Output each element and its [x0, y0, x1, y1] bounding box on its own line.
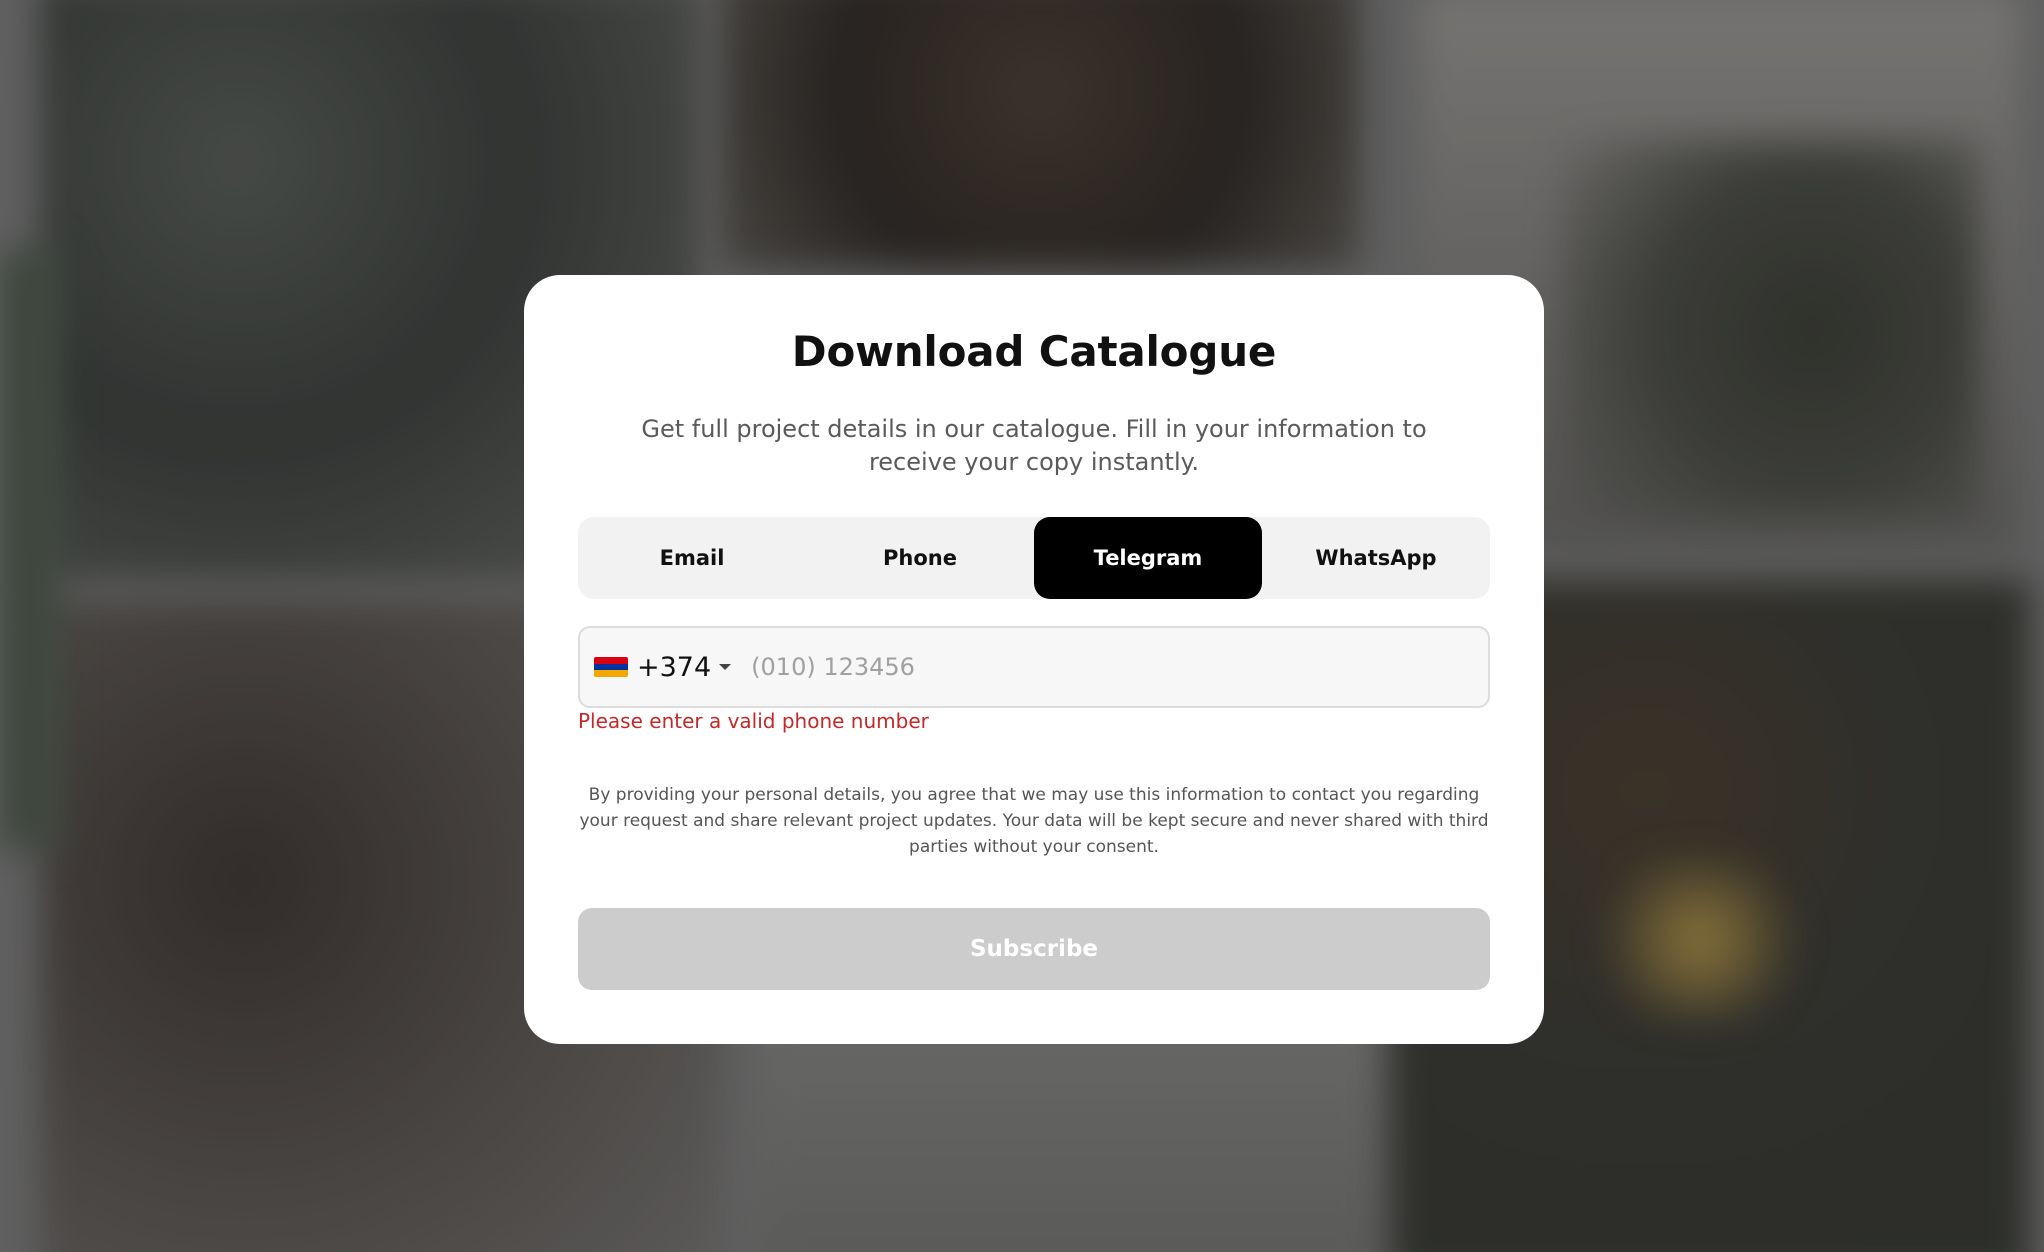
phone-field: +374 — [578, 626, 1490, 708]
country-code-selector[interactable]: +374 — [580, 628, 732, 706]
consent-text: By providing your personal details, you … — [579, 785, 1489, 857]
download-catalogue-modal: Download Catalogue Get full project deta… — [524, 275, 1544, 1044]
modal-subtitle: Get full project details in our catalogu… — [641, 415, 1427, 476]
dial-code: +374 — [637, 651, 712, 683]
tab-whatsapp[interactable]: WhatsApp — [1262, 517, 1490, 599]
armenia-flag-icon — [594, 657, 628, 677]
phone-input[interactable] — [749, 627, 1488, 707]
modal-title: Download Catalogue — [791, 327, 1277, 376]
tab-phone[interactable]: Phone — [806, 517, 1034, 599]
phone-error-message: Please enter a valid phone number — [578, 709, 929, 733]
flag-stripe-orange — [594, 670, 628, 677]
flag-stripe-blue — [594, 663, 628, 671]
contact-method-tabs: Email Phone Telegram WhatsApp — [578, 517, 1490, 599]
chevron-down-icon — [719, 664, 732, 670]
flag-stripe-red — [594, 657, 628, 664]
tab-email[interactable]: Email — [578, 517, 806, 599]
tab-telegram[interactable]: Telegram — [1034, 517, 1262, 599]
subscribe-button[interactable]: Subscribe — [578, 908, 1490, 990]
